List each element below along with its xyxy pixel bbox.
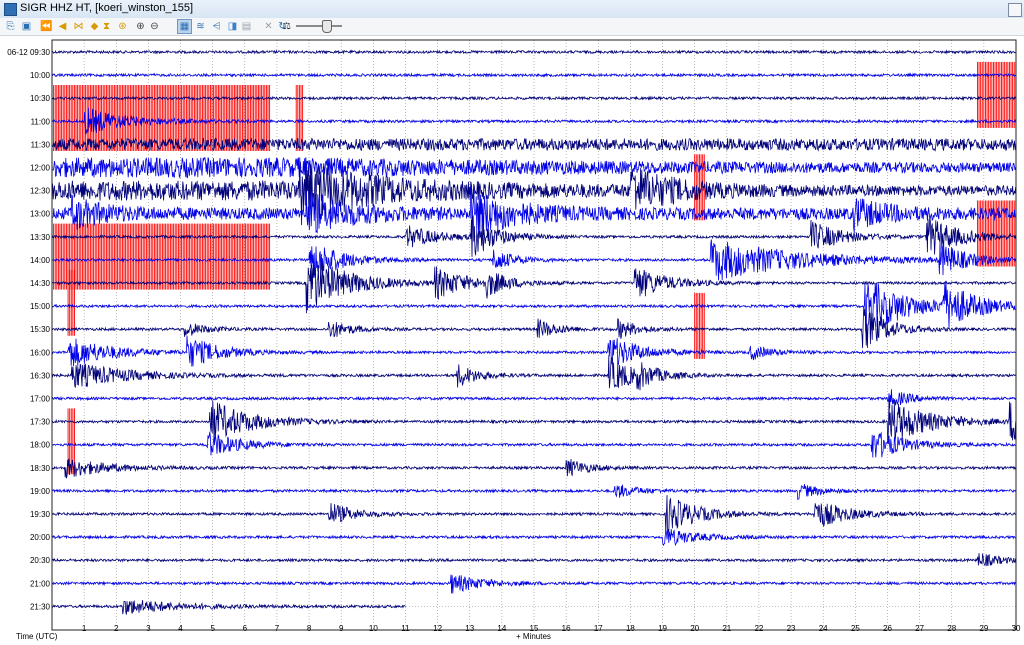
minute-tick-label: 23 — [787, 624, 796, 633]
scale-slider[interactable] — [296, 25, 342, 27]
helicorder-plot: 06-12 09:30 10:00 10:30 11:00 11:30 12:00 12:3… — [7, 39, 1021, 641]
minute-tick-label: 11 — [401, 624, 410, 633]
toolbar: ⎘ ▣ ⏪ ◀ ⋈ ◆ ⧗ ⊛ ⊕ ⊖ ▦ ≋ ⩤ ◨ ▤ ✕ ⚖ ↻ — [0, 18, 1024, 36]
row-time-label: 10:30 — [30, 94, 51, 103]
copy-tool[interactable]: ⎘ — [4, 20, 17, 33]
row-time-label: 19:00 — [30, 487, 51, 496]
trace-row — [51, 599, 406, 615]
minute-tick-label: 13 — [465, 624, 474, 633]
minute-tick-label: 8 — [307, 624, 312, 633]
row-time-label: 20:00 — [30, 533, 51, 542]
window-control-button[interactable] — [1008, 3, 1022, 17]
refresh-icon[interactable]: ↻ — [276, 20, 289, 33]
grid-view-icon[interactable]: ▦ — [177, 19, 192, 34]
row-time-label: 12:30 — [30, 187, 51, 196]
row-time-label: 16:00 — [30, 348, 51, 357]
minute-tick-label: 20 — [690, 624, 699, 633]
x-axis-title: + Minutes — [516, 632, 551, 641]
minute-tick-label: 24 — [819, 624, 828, 633]
row-time-label: 10:00 — [30, 71, 51, 80]
jump-back-icon[interactable]: ⏪ — [40, 20, 53, 33]
minute-tick-label: 7 — [275, 624, 280, 633]
minute-tick-label: 3 — [146, 624, 151, 633]
clip-segment — [51, 223, 271, 290]
minute-tick-label: 10 — [369, 624, 378, 633]
row-time-label: 21:30 — [30, 602, 51, 611]
clip-segment — [976, 61, 1017, 128]
seismic-traces — [51, 49, 1016, 615]
row-time-label: 18:30 — [30, 464, 51, 473]
row-time-label: 16:30 — [30, 371, 51, 380]
close-icon[interactable]: ✕ — [262, 20, 275, 33]
export-tool[interactable]: ▣ — [20, 20, 33, 33]
title-bar: SIGR HHZ HT, [koeri_winston_155] — [0, 0, 1024, 19]
minute-tick-label: 29 — [979, 624, 988, 633]
minute-tick-label: 6 — [243, 624, 248, 633]
minute-tick-label: 19 — [658, 624, 667, 633]
clipboard-icon[interactable]: ▤ — [240, 20, 253, 33]
window-title: SIGR HHZ HT, [koeri_winston_155] — [20, 2, 194, 14]
trace-row — [51, 107, 1016, 135]
minute-tick-label: 27 — [915, 624, 924, 633]
minute-tick-label: 18 — [626, 624, 635, 633]
minute-labels: 1 2 3 4 5 6 7 8 9 10 11 12 13 14 15 16 17 18 19 20 21 22 23 24 2… — [82, 624, 1021, 633]
row-time-label: 14:30 — [30, 279, 51, 288]
grid — [52, 40, 1016, 630]
app-icon — [4, 3, 17, 16]
step-back-icon[interactable]: ◀ — [56, 20, 69, 33]
row-time-label: 20:30 — [30, 556, 51, 565]
clip-segment — [67, 269, 75, 336]
trace-row — [51, 495, 1016, 534]
row-time-label: 19:30 — [30, 510, 51, 519]
row-time-label: 11:30 — [31, 140, 51, 149]
row-time-label: 12:00 — [30, 164, 51, 173]
minute-tick-label: 17 — [594, 624, 603, 633]
spectrogram-icon[interactable]: ◨ — [226, 20, 239, 33]
minute-tick-label: 25 — [851, 624, 860, 633]
minute-tick-label: 4 — [178, 624, 183, 633]
trace-row — [51, 484, 1016, 501]
minute-tick-label: 26 — [883, 624, 892, 633]
row-time-label: 18:00 — [30, 441, 51, 450]
row-time-label: 11:00 — [31, 117, 51, 126]
spectra-icon[interactable]: ⩤ — [210, 20, 223, 33]
row-time-label: 21:00 — [30, 579, 51, 588]
row-time-label: 13:30 — [30, 233, 51, 242]
clip-segment — [694, 292, 705, 359]
minute-tick-label: 21 — [722, 624, 731, 633]
row-time-label: 15:30 — [30, 325, 51, 334]
row-time-label: 15:00 — [30, 302, 51, 311]
minute-tick-label: 28 — [947, 624, 956, 633]
minute-tick-label: 22 — [754, 624, 763, 633]
row-time-label: 17:00 — [30, 395, 51, 404]
compress-time-icon[interactable]: ⋈ — [72, 20, 85, 33]
minute-tick-label: 5 — [210, 624, 215, 633]
row-time-label: 14:00 — [30, 256, 51, 265]
minute-tick-label: 12 — [433, 624, 442, 633]
trace-row — [51, 529, 1016, 547]
minute-tick-label: 2 — [114, 624, 119, 633]
minute-tick-label: 1 — [82, 624, 87, 633]
row-time-label: 06-12 09:30 — [7, 48, 50, 57]
zoom-out-icon[interactable]: ⊖ — [148, 20, 161, 33]
minute-tick-label: 14 — [497, 624, 506, 633]
time-labels: 06-12 09:30 10:00 10:30 11:00 11:30 12:00 12:3… — [7, 48, 50, 611]
zoom-in-icon[interactable]: ⊕ — [134, 20, 147, 33]
trace-row — [51, 553, 1016, 567]
trace-row — [51, 389, 1016, 409]
hourglass-icon[interactable]: ⧗ — [100, 20, 113, 33]
minute-tick-label: 16 — [562, 624, 571, 633]
scale-slider-thumb[interactable] — [322, 20, 332, 33]
minute-tick-label: 9 — [339, 624, 344, 633]
history-icon[interactable]: ⊛ — [116, 20, 129, 33]
row-time-label: 17:30 — [30, 418, 51, 427]
y-axis-title: Time (UTC) — [16, 632, 58, 641]
row-time-label: 13:00 — [30, 210, 51, 219]
wave-view-icon[interactable]: ≋ — [194, 20, 207, 33]
